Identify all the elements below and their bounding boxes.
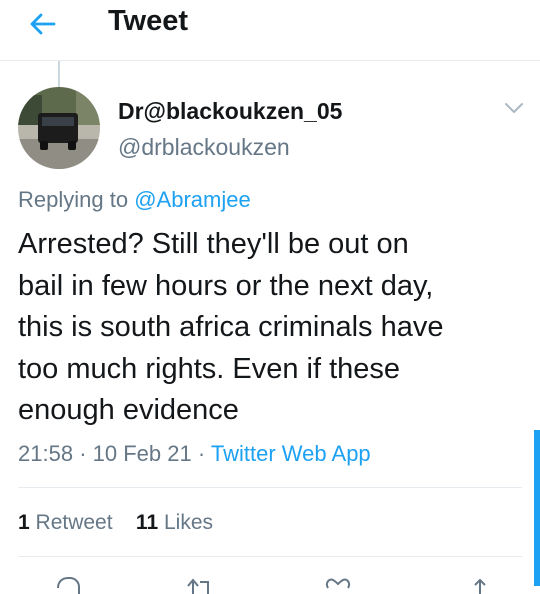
tweet-text-line: this is south africa criminals have [18, 311, 444, 343]
tweet-meta: 21:58 · 10 Feb 21 · Twitter Web App [18, 440, 371, 468]
tweet-text-line: bail in few hours or the next day, [18, 269, 434, 302]
tweet-text: Arrested? Still they'll be out on bail i… [18, 224, 523, 432]
tweet-text-line: Arrested? Still they'll be out on [18, 228, 409, 260]
tweet-stats: 1 Retweet 11 Likes [18, 509, 213, 537]
retweet-icon[interactable] [184, 574, 216, 594]
like-icon[interactable] [322, 574, 354, 594]
like-label: Likes [163, 511, 213, 534]
replying-to: Replying to @Abramjee [18, 186, 251, 214]
top-bar: Tweet [0, 0, 540, 61]
thread-line [58, 61, 60, 87]
tweet-text-line: too much rights. Even if these [18, 352, 401, 385]
avatar[interactable] [18, 87, 100, 169]
avatar-photo [18, 87, 100, 169]
meta-separator: · [197, 441, 206, 466]
tweet-time: 21:58 [18, 441, 74, 466]
retweet-count: 1 [18, 511, 30, 534]
reply-mention-link[interactable]: @Abramjee [134, 187, 251, 212]
retweets-stat[interactable]: 1 Retweet [18, 511, 113, 534]
scrollbar[interactable] [534, 430, 540, 586]
divider [18, 487, 522, 488]
tweet-source-link[interactable]: Twitter Web App [211, 441, 371, 466]
replying-label: Replying to [18, 187, 129, 212]
divider [18, 556, 522, 557]
back-arrow-icon[interactable] [26, 8, 58, 40]
meta-separator: · [79, 441, 87, 466]
tweet-date: 10 Feb 21 [92, 441, 192, 466]
chevron-down-icon[interactable] [503, 100, 525, 116]
like-count: 11 [135, 511, 159, 534]
likes-stat[interactable]: 11 Likes [136, 511, 213, 534]
display-name[interactable]: Dr@blackoukzen_05 [118, 97, 342, 125]
retweet-label: Retweet [35, 511, 113, 534]
page-title: Tweet [108, 5, 189, 37]
share-icon[interactable] [464, 574, 496, 594]
reply-icon[interactable] [52, 574, 84, 594]
tweet-text-line: enough evidence [18, 394, 239, 426]
user-handle[interactable]: @drblackoukzen [118, 133, 290, 161]
